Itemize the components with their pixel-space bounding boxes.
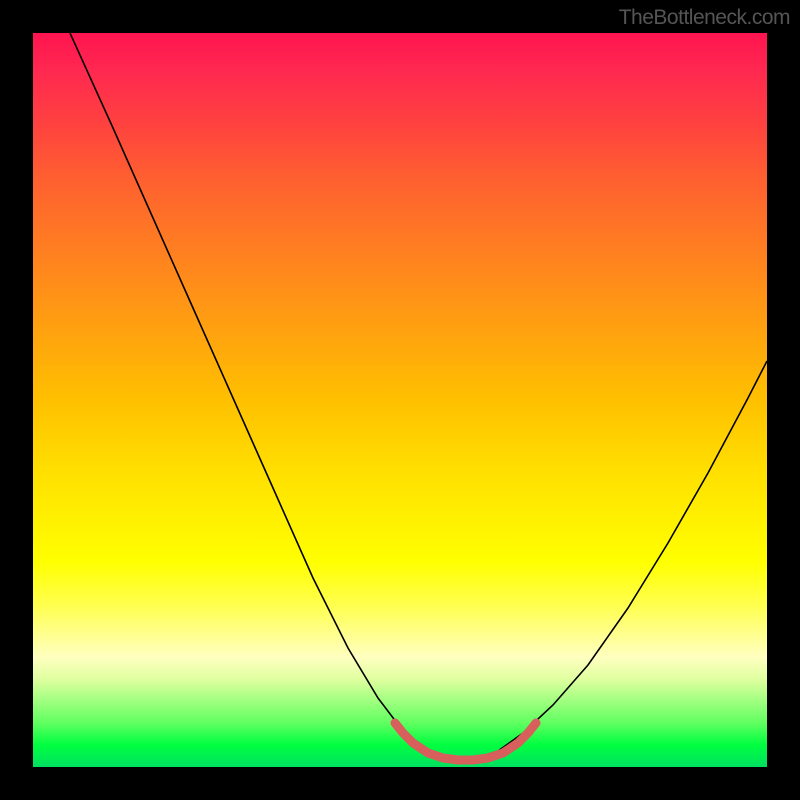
bottom-highlight-curve bbox=[395, 723, 536, 760]
bottleneck-curve bbox=[70, 33, 767, 759]
plot-area bbox=[33, 33, 767, 767]
watermark-text: TheBottleneck.com bbox=[619, 6, 790, 30]
chart-svg bbox=[33, 33, 767, 767]
